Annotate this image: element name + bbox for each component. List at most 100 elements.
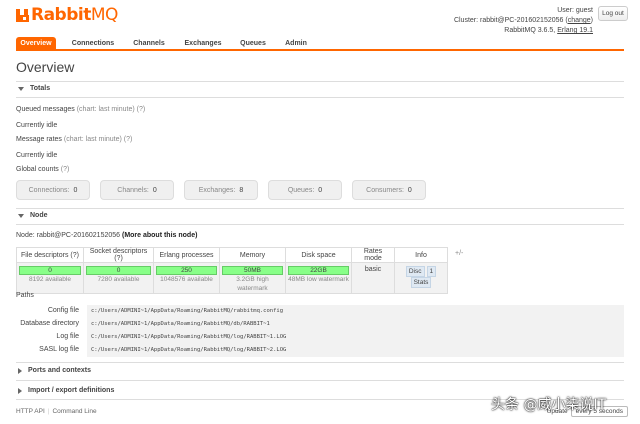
column-header: File descriptors (?): [16, 247, 84, 263]
info-badge-stats: Stats: [410, 277, 432, 288]
counter-channels[interactable]: Channels: 0: [100, 180, 174, 200]
counter-label: Consumers:: [366, 186, 404, 194]
counter-queues[interactable]: Queues: 0: [268, 180, 342, 200]
section-import-export-toggle[interactable]: Import / export definitions: [18, 387, 114, 394]
message-rates-label: Message rates: [16, 136, 62, 143]
path-value: c:/Users/ADMINI~1/AppData/Roaming/Rabbit…: [87, 318, 624, 331]
disk-space-watermark: 48MB low watermark: [288, 276, 349, 283]
counter-value: 0: [152, 186, 157, 194]
rates-status: Currently idle: [16, 152, 58, 159]
info-badge-count: 1: [426, 266, 437, 277]
watermark-text: 头条 @威小柒说IT: [491, 397, 607, 413]
collapse-triangle-icon: [18, 213, 24, 218]
path-row-config: Config file c:/Users/ADMINI~1/AppData/Ro…: [16, 305, 624, 318]
column-header: Socket descriptors (?): [83, 247, 154, 263]
cluster-label: Cluster:: [453, 17, 479, 24]
rabbit-logo-icon: [16, 8, 29, 22]
user-label: User:: [557, 7, 574, 14]
brand-name-suffix: MQ: [90, 5, 119, 25]
divider: [16, 380, 624, 381]
file-descriptors-bar: 0: [19, 266, 81, 275]
global-counts-line: Global counts (?): [16, 166, 69, 173]
logout-button[interactable]: Log out: [598, 6, 628, 21]
memory-bar: 50MB: [222, 266, 283, 275]
counter-exchanges[interactable]: Exchanges: 8: [184, 180, 258, 200]
path-key: Config file: [47, 307, 79, 314]
page-title: Overview: [16, 59, 75, 75]
divider: [16, 97, 624, 98]
column-header: Disk space: [285, 247, 352, 263]
erlang-version-link[interactable]: Erlang 19.1: [557, 27, 593, 34]
column-header: Erlang processes: [153, 247, 220, 263]
path-row-log: Log file C:/Users/ADMINI~1/AppData/Roami…: [16, 331, 624, 344]
brand-name-prefix: Rabbit: [31, 5, 91, 25]
info-badge-disc: Disc: [405, 266, 425, 277]
global-counts-label: Global counts: [16, 166, 59, 173]
disk-space-bar: 22GB: [288, 266, 349, 275]
section-ports-title: Ports and contexts: [28, 367, 92, 374]
counter-label: Channels:: [117, 186, 149, 194]
collapse-triangle-icon: [18, 86, 24, 91]
main-nav-tabs: Overview Connections Channels Exchanges …: [16, 37, 624, 51]
counter-label: Exchanges:: [198, 186, 236, 194]
tab-overview[interactable]: Overview: [16, 37, 56, 50]
expand-triangle-icon: [18, 387, 22, 394]
section-node-toggle[interactable]: Node: [18, 212, 48, 219]
cluster-name: rabbit@PC-201602152056: [480, 17, 564, 24]
section-ports-toggle[interactable]: Ports and contexts: [18, 367, 91, 374]
http-api-link[interactable]: HTTP API: [16, 408, 45, 415]
node-line: Node: rabbit@PC-201602152056 (More about…: [16, 232, 197, 239]
tab-exchanges[interactable]: Exchanges: [181, 37, 225, 50]
global-help-link[interactable]: (?): [61, 166, 70, 173]
footer: HTTP API | Command Line: [16, 408, 97, 415]
divider: [16, 81, 624, 82]
change-cluster-link[interactable]: change: [568, 17, 591, 24]
section-totals-toggle[interactable]: Totals: [18, 85, 50, 92]
counter-value: 8: [239, 186, 244, 194]
node-stats-table: File descriptors (?) Socket descriptors …: [16, 247, 448, 294]
toggle-columns-link[interactable]: +/-: [455, 250, 463, 257]
counter-label: Queues:: [287, 186, 315, 194]
tab-connections[interactable]: Connections: [68, 37, 118, 50]
tab-channels[interactable]: Channels: [129, 37, 169, 50]
column-header: Info: [394, 247, 448, 263]
path-value: C:/Users/ADMINI~1/AppData/Roaming/Rabbit…: [87, 331, 624, 344]
queued-help-link[interactable]: (?): [137, 106, 146, 113]
counter-value: 0: [318, 186, 323, 194]
file-descriptors-available: 8192 available: [29, 276, 71, 283]
memory-watermark: 3.2GB high watermark: [236, 276, 269, 292]
counter-connections[interactable]: Connections: 0: [16, 180, 90, 200]
more-about-node-link[interactable]: (More about this node): [122, 232, 197, 239]
tab-admin[interactable]: Admin: [281, 37, 311, 50]
rates-help-link[interactable]: (?): [124, 136, 133, 143]
path-key: Database directory: [20, 320, 79, 327]
counter-value: 0: [407, 186, 412, 194]
path-value: C:/Users/ADMINI~1/AppData/Roaming/Rabbit…: [87, 344, 624, 357]
socket-descriptors-available: 7280 available: [97, 276, 140, 283]
command-line-link[interactable]: Command Line: [52, 408, 96, 415]
queued-messages-line: Queued messages (chart: last minute) (?): [16, 106, 145, 113]
rates-mode-cell: basic: [351, 262, 395, 294]
counter-value: 0: [73, 186, 78, 194]
path-key: Log file: [56, 333, 79, 340]
queued-messages-label: Queued messages: [16, 106, 75, 113]
disk-space-cell: 22GB 48MB low watermark: [285, 262, 352, 294]
tab-queues[interactable]: Queues: [237, 37, 269, 50]
section-totals-title: Totals: [30, 85, 51, 92]
section-import-export-title: Import / export definitions: [28, 387, 115, 394]
queued-status: Currently idle: [16, 122, 58, 129]
counter-consumers[interactable]: Consumers: 0: [352, 180, 426, 200]
divider: [16, 362, 624, 363]
node-label: Node:: [16, 232, 35, 239]
section-node-title: Node: [30, 212, 48, 219]
socket-descriptors-bar: 0: [86, 266, 151, 275]
path-row-sasl-log: SASL log file C:/Users/ADMINI~1/AppData/…: [16, 344, 624, 357]
counter-label: Connections:: [28, 186, 70, 194]
queued-chart-range-link[interactable]: (chart: last minute): [77, 106, 135, 113]
erlang-processes-cell: 250 1048576 available: [153, 262, 220, 294]
socket-descriptors-cell: 0 7280 available: [83, 262, 154, 294]
rates-chart-range-link[interactable]: (chart: last minute): [64, 136, 122, 143]
divider: [16, 208, 624, 209]
file-descriptors-cell: 0 8192 available: [16, 262, 84, 294]
path-key: SASL log file: [39, 346, 79, 353]
